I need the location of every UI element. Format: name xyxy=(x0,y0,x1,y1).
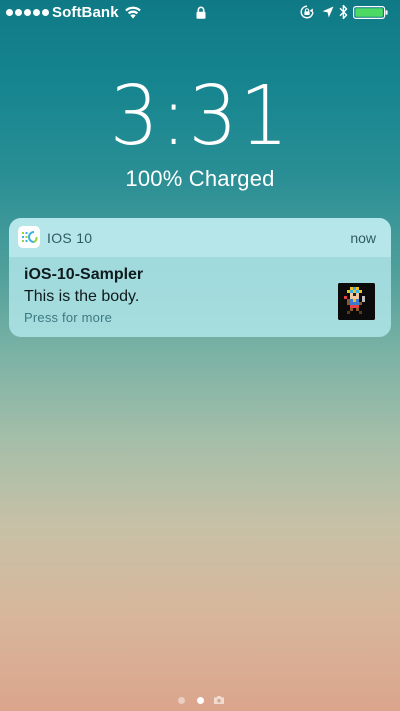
notification-body: This is the body. xyxy=(24,288,140,305)
battery-icon xyxy=(353,6,388,19)
notification-press-hint: Press for more xyxy=(24,310,113,325)
notification-thumbnail-image xyxy=(338,283,375,320)
notification-title: iOS-10-Sampler xyxy=(24,266,144,283)
page-dot-1[interactable] xyxy=(178,697,185,704)
page-indicator xyxy=(0,695,400,707)
charge-status: 100% Charged xyxy=(125,166,275,191)
status-bar: SoftBank xyxy=(0,0,400,26)
lock-icon xyxy=(196,6,206,19)
carrier-name: SoftBank xyxy=(52,4,119,21)
page-dot-2-current[interactable] xyxy=(197,697,204,704)
signal-strength-icon xyxy=(6,9,49,16)
wifi-icon xyxy=(125,6,141,19)
camera-icon[interactable] xyxy=(213,695,225,705)
notification-time: now xyxy=(350,230,376,246)
lock-screen-time: 3:31 xyxy=(109,69,291,164)
rotation-lock-icon xyxy=(300,5,314,19)
notification-app-name: IOS 10 xyxy=(47,230,93,246)
location-arrow-icon xyxy=(322,6,334,18)
bluetooth-icon xyxy=(339,4,348,20)
app-icon xyxy=(18,226,40,248)
notification-card[interactable]: IOS 10 now iOS-10-Sampler This is the bo… xyxy=(9,218,391,337)
notification-header: IOS 10 now xyxy=(9,218,391,257)
